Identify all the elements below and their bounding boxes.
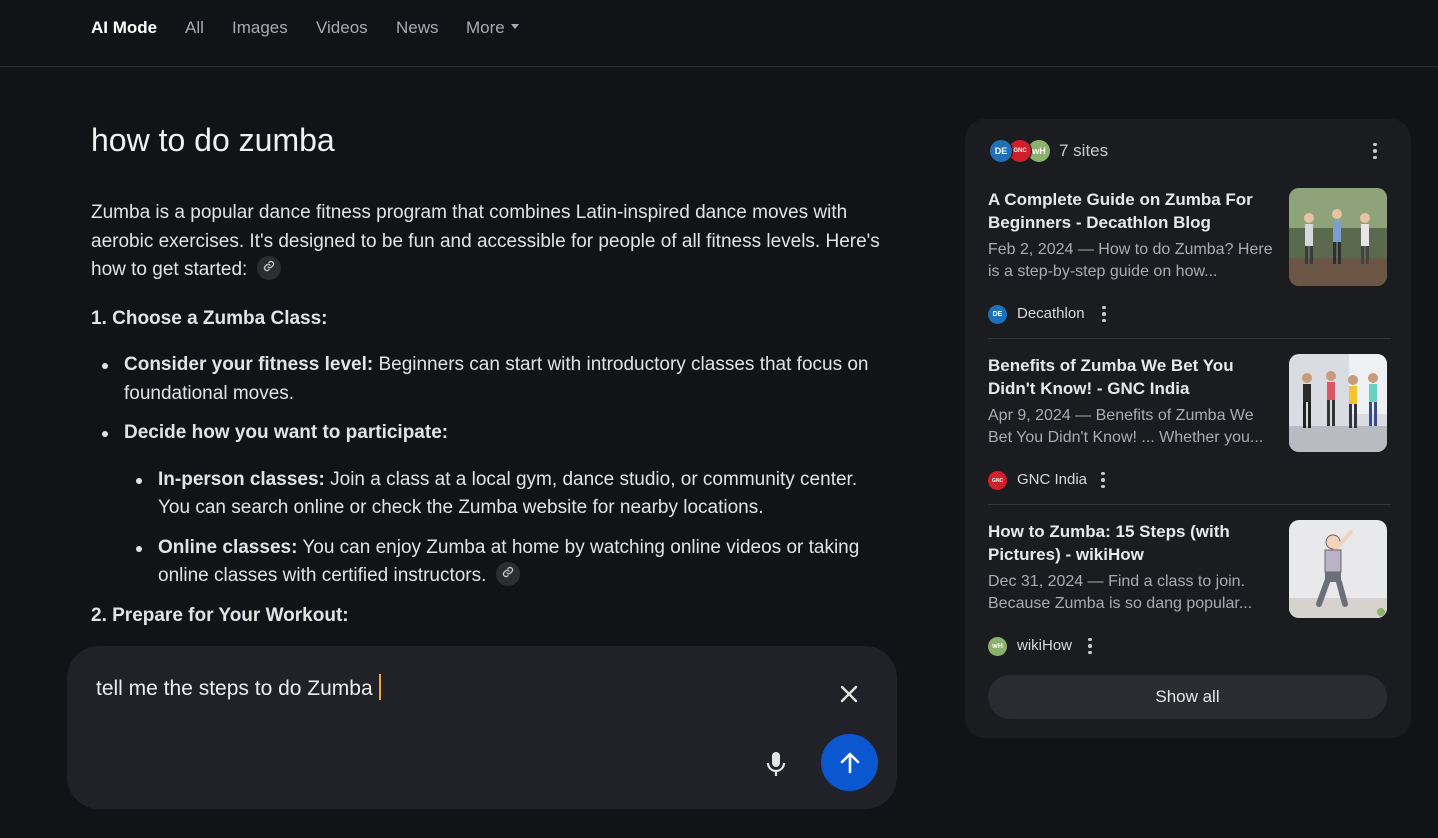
tab-images[interactable]: Images <box>232 17 288 39</box>
more-vert-icon[interactable] <box>1093 470 1113 490</box>
follow-up-composer: tell me the steps to do Zumba <box>67 646 897 809</box>
send-button[interactable] <box>821 734 878 791</box>
source-thumbnail[interactable] <box>1289 354 1387 452</box>
link-icon[interactable] <box>256 255 281 280</box>
decathlon-favicon-icon: DE <box>988 305 1007 324</box>
tab-news[interactable]: News <box>396 17 439 39</box>
source-snippet: Apr 9, 2024 — Benefits of Zumba We Bet Y… <box>988 407 1264 446</box>
gnc-favicon-icon: GNC <box>988 471 1007 490</box>
tab-videos[interactable]: Videos <box>316 17 368 39</box>
follow-up-input-value: tell me the steps to do Zumba <box>96 677 373 700</box>
source-card[interactable]: How to Zumba: 15 Steps (with Pictures) -… <box>988 520 1388 668</box>
divider <box>988 338 1391 339</box>
tab-all[interactable]: All <box>185 17 204 39</box>
tab-more[interactable]: More <box>466 17 519 39</box>
decathlon-favicon-icon: DE <box>989 139 1013 163</box>
text-cursor <box>378 674 381 701</box>
sub-bullet-bold: In-person classes: <box>158 468 325 490</box>
sites-count: 7 sites <box>1059 141 1109 160</box>
list-item: In-person classes: Join a class at a loc… <box>124 466 881 523</box>
section1-heading: 1. Choose a Zumba Class: <box>91 307 328 329</box>
bullet-bold: Consider your fitness level: <box>124 354 374 375</box>
source-title[interactable]: How to Zumba: 15 Steps (with Pictures) -… <box>988 520 1278 566</box>
source-thumbnail[interactable] <box>1289 520 1387 618</box>
close-icon <box>840 685 858 703</box>
list-item: Decide how you want to participate: In-p… <box>91 419 881 591</box>
sources-panel: DE GNC wH 7 sites A Complete Guide on Zu… <box>965 119 1411 738</box>
list-item: Consider your fitness level: Beginners c… <box>91 351 881 408</box>
voice-search-button[interactable] <box>756 744 796 784</box>
clear-button[interactable] <box>832 677 866 711</box>
more-vert-icon[interactable] <box>1080 636 1100 656</box>
tab-ai-mode[interactable]: AI Mode <box>91 17 157 39</box>
source-card[interactable]: A Complete Guide on Zumba For Beginners … <box>988 188 1388 336</box>
caret-down-icon <box>510 24 519 30</box>
query-title: how to do zumba <box>91 122 335 158</box>
source-site-name: Decathlon <box>1017 305 1085 322</box>
divider <box>988 504 1391 505</box>
more-vert-icon[interactable] <box>1094 304 1114 324</box>
section1-list: Consider your fitness level: Beginners c… <box>91 351 881 591</box>
sources-header[interactable]: DE GNC wH 7 sites <box>989 138 1389 164</box>
show-all-button[interactable]: Show all <box>988 675 1387 719</box>
section2-heading: 2. Prepare for Your Workout: <box>91 604 349 626</box>
follow-up-input[interactable]: tell me the steps to do Zumba <box>96 674 381 703</box>
sub-bullet-bold: Online classes: <box>158 536 298 558</box>
source-site-name: wikiHow <box>1017 637 1073 654</box>
source-card[interactable]: Benefits of Zumba We Bet You Didn't Know… <box>988 354 1388 502</box>
top-navigation: AI Mode All Images Videos News More <box>0 0 1438 67</box>
arrow-up-icon <box>840 752 859 773</box>
link-icon[interactable] <box>495 561 520 586</box>
wikihow-favicon-icon: wH <box>988 637 1007 656</box>
source-title[interactable]: A Complete Guide on Zumba For Beginners … <box>988 188 1278 234</box>
source-thumbnail[interactable] <box>1289 188 1387 286</box>
source-site-name: GNC India <box>1017 471 1088 488</box>
favicon-stack: DE GNC wH <box>989 138 1053 164</box>
tab-more-label: More <box>466 18 505 37</box>
source-title[interactable]: Benefits of Zumba We Bet You Didn't Know… <box>988 354 1278 400</box>
participation-sublist: In-person classes: Join a class at a loc… <box>124 466 881 591</box>
source-snippet: Feb 2, 2024 — How to do Zumba? Here is a… <box>988 241 1273 280</box>
bullet-bold: Decide how you want to participate: <box>124 422 449 443</box>
answer-intro: Zumba is a popular dance fitness program… <box>91 199 881 285</box>
list-item: Online classes: You can enjoy Zumba at h… <box>124 534 881 591</box>
answer-intro-text: Zumba is a popular dance fitness program… <box>91 202 880 280</box>
more-vert-icon[interactable] <box>1365 141 1385 161</box>
source-snippet: Dec 31, 2024 — Find a class to join. Bec… <box>988 573 1253 612</box>
mic-icon <box>766 752 786 776</box>
ai-answer: Zumba is a popular dance fitness program… <box>91 199 881 648</box>
